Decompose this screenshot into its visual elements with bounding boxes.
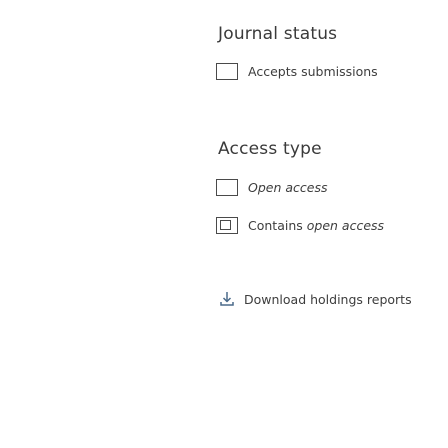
download-holdings-reports-link[interactable]: Download holdings reports [218,290,412,308]
contains-open-access-option[interactable]: Contains open access [216,217,384,234]
accepts-submissions-label[interactable]: Accepts submissions [248,64,378,80]
journal-status-heading: Journal status [218,24,338,44]
open-access-option[interactable]: Open access [216,179,327,196]
accepts-submissions-checkbox[interactable] [216,63,238,80]
download-icon [218,290,236,308]
open-access-label[interactable]: Open access [248,180,327,196]
accepts-submissions-option[interactable]: Accepts submissions [216,63,378,80]
contains-open-access-prefix: Contains [248,217,303,233]
access-type-heading: Access type [218,139,322,159]
open-access-checkbox[interactable] [216,179,238,196]
download-holdings-reports-label[interactable]: Download holdings reports [244,292,412,307]
contains-open-access-label[interactable]: Contains open access [248,218,384,234]
contains-open-access-checkbox[interactable] [216,217,238,234]
indeterminate-mark [220,220,231,230]
contains-open-access-emphasis: open access [306,217,385,233]
